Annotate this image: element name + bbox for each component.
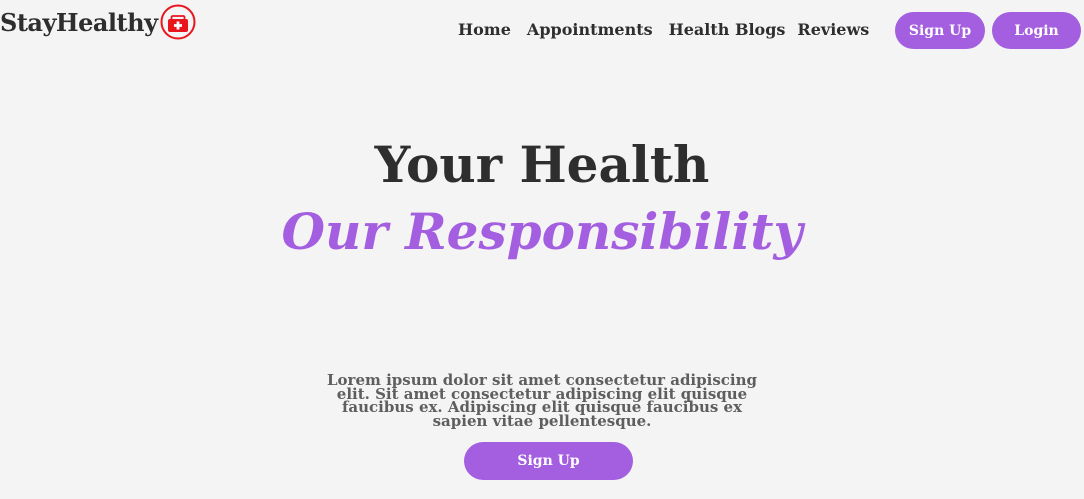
nav-link-reviews[interactable]: Reviews xyxy=(797,19,869,41)
login-button[interactable]: Login xyxy=(992,12,1081,49)
hero-description: Lorem ipsum dolor sit amet consectetur a… xyxy=(327,371,757,430)
medical-kit-icon xyxy=(160,4,196,40)
main-nav: Home Appointments Health Blogs Reviews xyxy=(458,19,869,41)
brand-name: StayHealthy xyxy=(0,7,158,37)
nav-link-health-blogs[interactable]: Health Blogs xyxy=(669,19,786,41)
hero-subtitle: Our Responsibility xyxy=(281,202,803,261)
brand-logo-link[interactable]: StayHealthy xyxy=(0,4,196,40)
signup-button[interactable]: Sign Up xyxy=(895,12,985,49)
nav-link-appointments[interactable]: Appointments xyxy=(527,19,653,41)
nav-link-home[interactable]: Home xyxy=(458,19,511,41)
hero-signup-button[interactable]: Sign Up xyxy=(464,442,633,480)
hero-title: Your Health xyxy=(374,135,710,194)
